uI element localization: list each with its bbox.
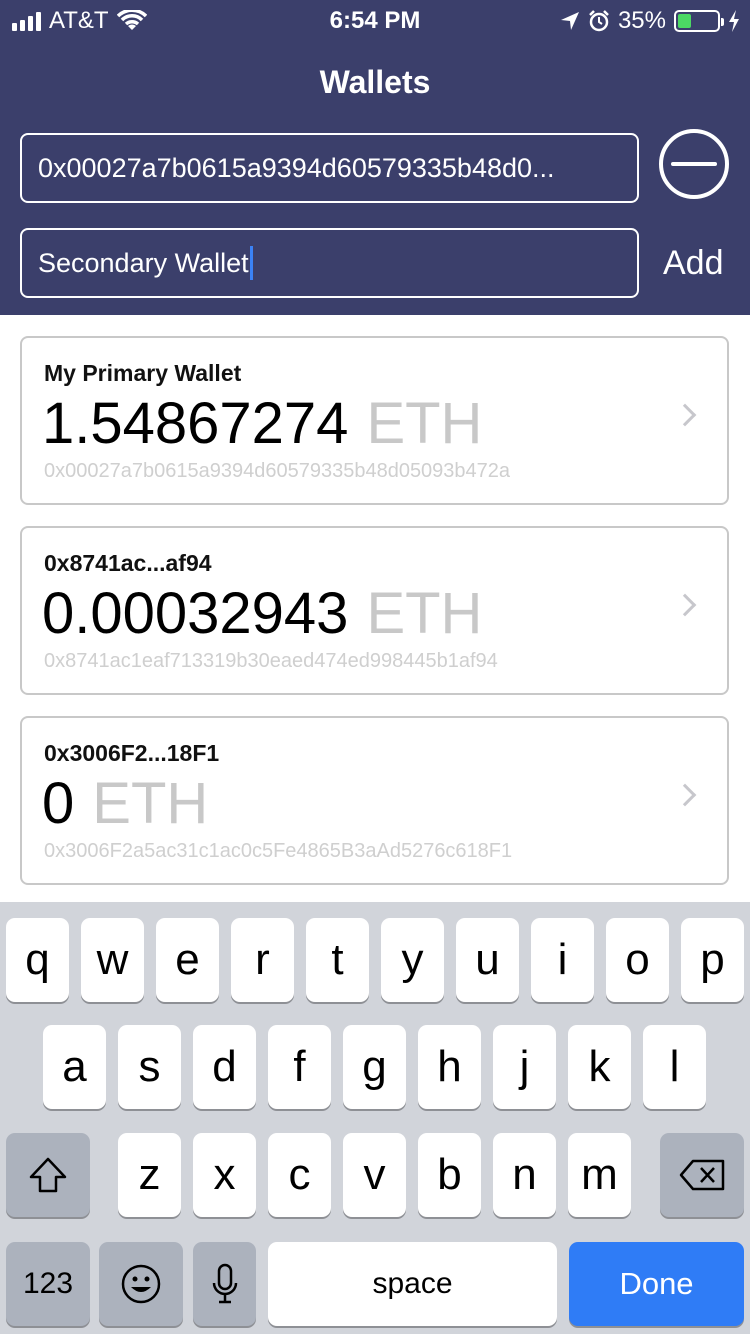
wallet-balance: 0 ETH (42, 770, 208, 837)
wallet-name-input[interactable]: Secondary Wallet (20, 228, 639, 298)
chevron-right-icon (673, 403, 697, 427)
key-m[interactable]: m (568, 1133, 631, 1217)
remove-wallet-button[interactable] (659, 129, 729, 199)
add-wallet-button[interactable]: Add (663, 244, 724, 283)
balance-value: 0.00032943 (42, 581, 349, 646)
wallet-name: 0x3006F2...18F1 (44, 740, 220, 766)
wallet-address: 0x3006F2a5ac31c1ac0c5Fe4865B3aAd5276c618… (44, 840, 513, 862)
emoji-icon (121, 1264, 161, 1304)
page-title: Wallets (319, 64, 431, 100)
charging-icon (729, 10, 739, 32)
key-y[interactable]: y (381, 918, 444, 1002)
key-q[interactable]: q (6, 918, 69, 1002)
key-i[interactable]: i (531, 918, 594, 1002)
alarm-icon (589, 10, 609, 32)
balance-unit: ETH (366, 581, 483, 646)
wallet-address: 0x8741ac1eaf713319b30eaed474ed998445b1af… (44, 650, 498, 672)
wallet-address-input[interactable]: 0x00027a7b0615a9394d60579335b48d0... (20, 133, 639, 203)
numbers-key[interactable]: 123 (6, 1242, 90, 1326)
chevron-right-icon (673, 783, 697, 807)
wallet-balance: 1.54867274 ETH (42, 390, 482, 457)
key-z[interactable]: z (118, 1133, 181, 1217)
shift-icon (29, 1157, 67, 1193)
key-l[interactable]: l (643, 1025, 706, 1109)
key-o[interactable]: o (606, 918, 669, 1002)
wallet-balance: 0.00032943 ETH (42, 580, 482, 647)
space-key[interactable]: space (268, 1242, 557, 1326)
key-s[interactable]: s (118, 1025, 181, 1109)
delete-key[interactable] (660, 1133, 744, 1217)
header: AT&T 6:54 PM 35% Wallets 0x00027a7b0615a… (0, 0, 750, 315)
key-b[interactable]: b (418, 1133, 481, 1217)
done-key[interactable]: Done (569, 1242, 744, 1326)
wallet-name: 0x8741ac...af94 (44, 550, 212, 576)
key-r[interactable]: r (231, 918, 294, 1002)
balance-value: 0 (42, 771, 75, 836)
status-bar: AT&T 6:54 PM 35% (0, 0, 750, 40)
shift-key[interactable] (6, 1133, 90, 1217)
key-p[interactable]: p (681, 918, 744, 1002)
minus-icon (671, 162, 717, 166)
chevron-right-icon (673, 593, 697, 617)
key-d[interactable]: d (193, 1025, 256, 1109)
backspace-icon (679, 1159, 725, 1191)
key-v[interactable]: v (343, 1133, 406, 1217)
wallet-name-value: Secondary Wallet (38, 247, 249, 278)
key-x[interactable]: x (193, 1133, 256, 1217)
key-u[interactable]: u (456, 918, 519, 1002)
balance-unit: ETH (92, 771, 209, 836)
key-n[interactable]: n (493, 1133, 556, 1217)
key-k[interactable]: k (568, 1025, 631, 1109)
key-j[interactable]: j (493, 1025, 556, 1109)
battery-percent: 35% (617, 7, 666, 34)
wallet-address-value: 0x00027a7b0615a9394d60579335b48d0... (38, 152, 555, 183)
dictation-key[interactable] (193, 1242, 256, 1326)
wallet-address: 0x00027a7b0615a9394d60579335b48d05093b47… (44, 460, 511, 482)
key-g[interactable]: g (343, 1025, 406, 1109)
keyboard: q w e r t y u i o p a s d f g h j k l z … (0, 902, 750, 1334)
balance-unit: ETH (366, 391, 483, 456)
key-t[interactable]: t (306, 918, 369, 1002)
location-icon (560, 12, 579, 30)
key-w[interactable]: w (81, 918, 144, 1002)
wallet-card[interactable]: My Primary Wallet 1.54867274 ETH 0x00027a… (20, 336, 729, 505)
key-c[interactable]: c (268, 1133, 331, 1217)
emoji-key[interactable] (99, 1242, 183, 1326)
microphone-icon (212, 1263, 237, 1304)
wallet-name: My Primary Wallet (44, 360, 242, 386)
key-f[interactable]: f (268, 1025, 331, 1109)
key-a[interactable]: a (43, 1025, 106, 1109)
text-caret (249, 246, 253, 280)
key-h[interactable]: h (418, 1025, 481, 1109)
battery-icon (674, 10, 724, 32)
wallet-card[interactable]: 0x3006F2...18F1 0 ETH 0x3006F2a5ac31c1ac0… (20, 716, 729, 885)
key-e[interactable]: e (156, 918, 219, 1002)
balance-value: 1.54867274 (42, 391, 349, 456)
wallet-card[interactable]: 0x8741ac...af94 0.00032943 ETH 0x8741ac1e… (20, 526, 729, 695)
